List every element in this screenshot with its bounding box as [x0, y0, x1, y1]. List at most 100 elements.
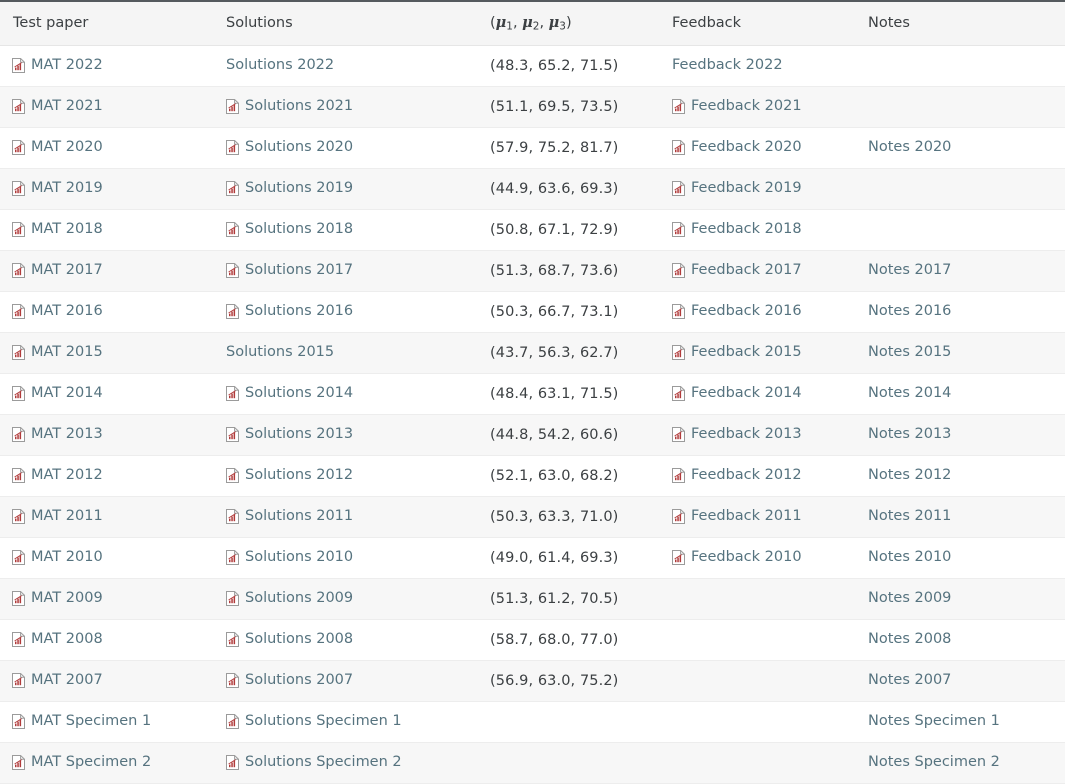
test-paper-content: MAT 2012 — [12, 468, 226, 484]
solutions-link[interactable]: Solutions 2010 — [245, 550, 353, 566]
feedback-link[interactable]: Feedback 2020 — [691, 140, 802, 156]
cell-feedback: Feedback 2011 — [672, 497, 868, 538]
feedback-link[interactable]: Feedback 2011 — [691, 509, 802, 525]
notes-link[interactable]: Notes 2008 — [868, 632, 951, 648]
pdf-chart-document-icon — [226, 673, 239, 688]
notes-link[interactable]: Notes Specimen 2 — [868, 755, 1000, 771]
notes-link[interactable]: Notes 2015 — [868, 345, 951, 361]
test-paper-link[interactable]: MAT 2018 — [31, 222, 103, 238]
feedback-link[interactable]: Feedback 2014 — [691, 386, 802, 402]
cell-feedback: Feedback 2017 — [672, 251, 868, 292]
test-paper-link[interactable]: MAT 2017 — [31, 263, 103, 279]
mu-value: (48.4, 63.1, 71.5) — [490, 386, 618, 402]
pdf-chart-document-icon — [226, 755, 239, 770]
notes-link[interactable]: Notes 2009 — [868, 591, 951, 607]
solutions-link[interactable]: Solutions 2009 — [245, 591, 353, 607]
column-header-test-paper: Test paper — [0, 1, 226, 46]
solutions-link[interactable]: Solutions 2011 — [245, 509, 353, 525]
solutions-link[interactable]: Solutions 2022 — [226, 58, 334, 74]
notes-link[interactable]: Notes 2012 — [868, 468, 951, 484]
feedback-link[interactable]: Feedback 2018 — [691, 222, 802, 238]
feedback-content: Feedback 2022 — [672, 58, 868, 74]
solutions-link[interactable]: Solutions Specimen 1 — [245, 714, 402, 730]
test-paper-link[interactable]: MAT 2007 — [31, 673, 103, 689]
feedback-link[interactable]: Feedback 2017 — [691, 263, 802, 279]
cell-mu: (56.9, 63.0, 75.2) — [490, 661, 672, 702]
notes-link[interactable]: Notes 2020 — [868, 140, 951, 156]
test-paper-link[interactable]: MAT 2019 — [31, 181, 103, 197]
pdf-chart-document-icon — [12, 304, 25, 319]
notes-link[interactable]: Notes 2014 — [868, 386, 951, 402]
table-row: MAT Specimen 1 Solutions Specimen 1 Notes … — [0, 702, 1065, 743]
feedback-content: Feedback 2012 — [672, 468, 868, 484]
pdf-chart-document-icon — [12, 427, 25, 442]
cell-solutions: Solutions 2017 — [226, 251, 490, 292]
test-paper-link[interactable]: MAT 2015 — [31, 345, 103, 361]
test-paper-link[interactable]: MAT 2021 — [31, 99, 103, 115]
test-paper-link[interactable]: MAT Specimen 1 — [31, 714, 151, 730]
table-row: MAT 2017Solutions 2017(51.3, 68.7, 73.6)… — [0, 251, 1065, 292]
pdf-chart-document-icon — [12, 591, 25, 606]
solutions-link[interactable]: Solutions 2016 — [245, 304, 353, 320]
notes-link[interactable]: Notes 2017 — [868, 263, 951, 279]
column-header-notes: Notes — [868, 1, 1065, 46]
test-paper-link[interactable]: MAT 2014 — [31, 386, 103, 402]
cell-mu — [490, 702, 672, 743]
solutions-link[interactable]: Solutions 2018 — [245, 222, 353, 238]
test-paper-link[interactable]: MAT 2011 — [31, 509, 103, 525]
feedback-link[interactable]: Feedback 2022 — [672, 58, 783, 74]
table-row: MAT 2012Solutions 2012(52.1, 63.0, 68.2)… — [0, 456, 1065, 497]
cell-feedback: Feedback 2021 — [672, 87, 868, 128]
test-paper-link[interactable]: MAT 2012 — [31, 468, 103, 484]
solutions-link[interactable]: Solutions 2015 — [226, 345, 334, 361]
notes-link[interactable]: Notes 2013 — [868, 427, 951, 443]
solutions-link[interactable]: Solutions 2017 — [245, 263, 353, 279]
solutions-link[interactable]: Solutions 2007 — [245, 673, 353, 689]
solutions-link[interactable]: Solutions 2021 — [245, 99, 353, 115]
cell-notes: Notes 2016 — [868, 292, 1065, 333]
column-header-mu: (μ1, μ2, μ3) — [490, 1, 672, 46]
solutions-link[interactable]: Solutions 2020 — [245, 140, 353, 156]
test-paper-link[interactable]: MAT 2016 — [31, 304, 103, 320]
pdf-chart-document-icon — [672, 181, 685, 196]
test-paper-link[interactable]: MAT 2013 — [31, 427, 103, 443]
pdf-chart-document-icon — [672, 550, 685, 565]
pdf-chart-document-icon — [12, 181, 25, 196]
cell-test-paper: MAT 2013 — [0, 415, 226, 456]
feedback-link[interactable]: Feedback 2021 — [691, 99, 802, 115]
test-paper-link[interactable]: MAT Specimen 2 — [31, 755, 151, 771]
pdf-chart-document-icon — [226, 509, 239, 524]
solutions-link[interactable]: Solutions Specimen 2 — [245, 755, 402, 771]
solutions-link[interactable]: Solutions 2014 — [245, 386, 353, 402]
feedback-link[interactable]: Feedback 2010 — [691, 550, 802, 566]
notes-link[interactable]: Notes 2010 — [868, 550, 951, 566]
notes-link[interactable]: Notes Specimen 1 — [868, 714, 1000, 730]
notes-content: Notes 2009 — [868, 591, 1065, 607]
cell-solutions: Solutions 2015 — [226, 333, 490, 374]
feedback-link[interactable]: Feedback 2012 — [691, 468, 802, 484]
pdf-chart-document-icon — [672, 99, 685, 114]
test-paper-link[interactable]: MAT 2008 — [31, 632, 103, 648]
notes-content: Notes 2020 — [868, 140, 1065, 156]
mu-value: (49.0, 61.4, 69.3) — [490, 550, 618, 566]
test-paper-link[interactable]: MAT 2010 — [31, 550, 103, 566]
table-row: MAT 2007 Solutions 2007 (56.9, 63.0, 75.2)… — [0, 661, 1065, 702]
feedback-link[interactable]: Feedback 2016 — [691, 304, 802, 320]
test-paper-link[interactable]: MAT 2009 — [31, 591, 103, 607]
cell-notes: Notes Specimen 1 — [868, 702, 1065, 743]
test-paper-content: MAT 2010 — [12, 550, 226, 566]
notes-link[interactable]: Notes 2011 — [868, 509, 951, 525]
notes-link[interactable]: Notes 2007 — [868, 673, 951, 689]
feedback-link[interactable]: Feedback 2015 — [691, 345, 802, 361]
solutions-link[interactable]: Solutions 2019 — [245, 181, 353, 197]
feedback-link[interactable]: Feedback 2019 — [691, 181, 802, 197]
cell-solutions: Solutions 2016 — [226, 292, 490, 333]
notes-link[interactable]: Notes 2016 — [868, 304, 951, 320]
solutions-link[interactable]: Solutions 2012 — [245, 468, 353, 484]
solutions-link[interactable]: Solutions 2013 — [245, 427, 353, 443]
feedback-link[interactable]: Feedback 2013 — [691, 427, 802, 443]
pdf-chart-document-icon — [226, 140, 239, 155]
solutions-link[interactable]: Solutions 2008 — [245, 632, 353, 648]
test-paper-link[interactable]: MAT 2022 — [31, 58, 103, 74]
test-paper-link[interactable]: MAT 2020 — [31, 140, 103, 156]
